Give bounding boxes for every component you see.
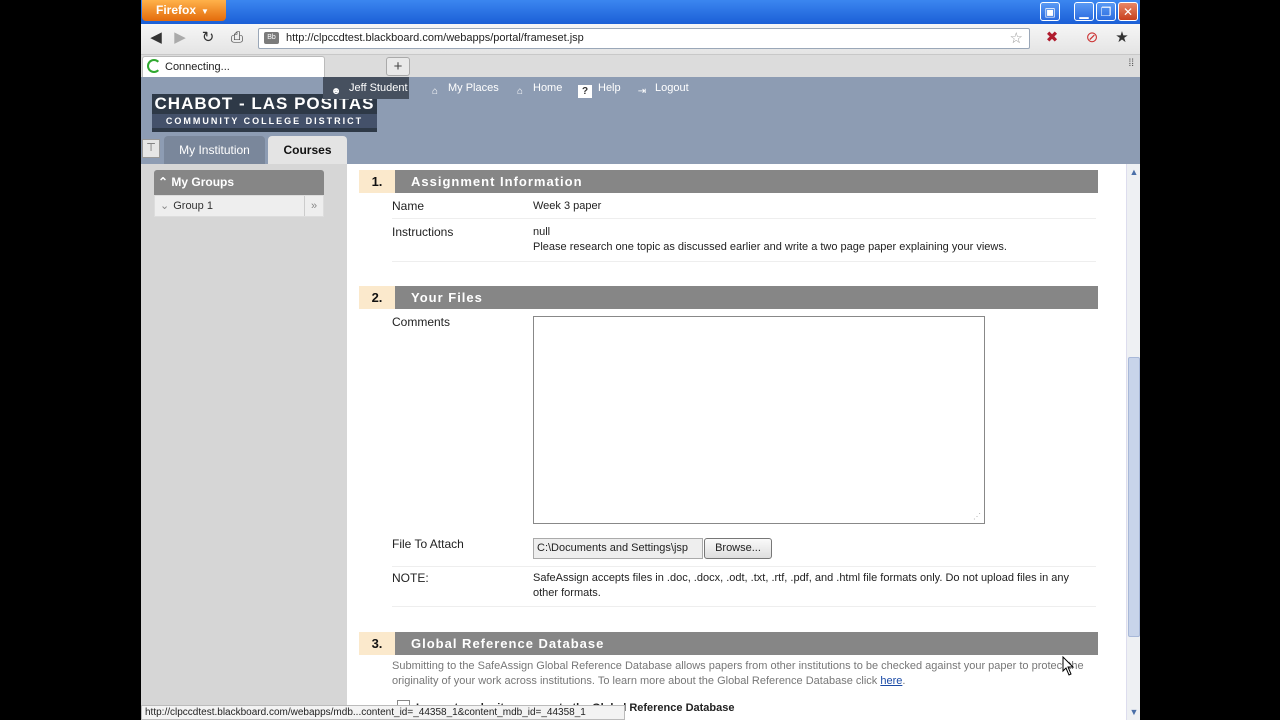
- restore-button[interactable]: ❐: [1096, 2, 1116, 21]
- user-name: Jeff Student: [349, 82, 408, 94]
- block-icon[interactable]: ⊘: [1081, 27, 1103, 49]
- mouse-pointer-icon: [1062, 656, 1075, 676]
- blackboard-header: CHABOT - LAS POSITAS COMMUNITY COLLEGE D…: [141, 77, 1140, 164]
- minimize-button[interactable]: ▁: [1074, 2, 1094, 21]
- close-button[interactable]: ✕: [1118, 2, 1138, 21]
- firefox-menu-label: Firefox: [156, 3, 197, 17]
- grd-text: Submitting to the SafeAssign Global Refe…: [392, 660, 1084, 687]
- section-header: 2. Your Files: [359, 286, 1098, 309]
- resize-grip-icon[interactable]: ⋰: [973, 512, 981, 521]
- tab-strip: Connecting... + ⁞⁞: [141, 55, 1140, 77]
- divider: [392, 218, 1096, 219]
- nav-logout[interactable]: ⇥ Logout: [635, 77, 689, 99]
- section-title: Your Files: [411, 290, 483, 305]
- group-item-label: Group 1: [173, 200, 213, 212]
- comments-textarea[interactable]: ⋰: [533, 316, 985, 524]
- tab-title: Connecting...: [165, 61, 230, 73]
- divider: [392, 606, 1096, 607]
- nav-help-label: Help: [598, 82, 621, 94]
- nav-home[interactable]: ⌂ Home: [513, 77, 562, 99]
- divider: [392, 261, 1096, 262]
- scroll-thumb[interactable]: [1128, 357, 1140, 637]
- places-icon: ⌂: [431, 86, 439, 97]
- scroll-down-icon[interactable]: ▼: [1127, 704, 1140, 720]
- url-bar[interactable]: Bb http://clpccdtest.blackboard.com/weba…: [258, 28, 1030, 49]
- section-title: Global Reference Database: [411, 636, 605, 651]
- list-all-tabs-icon[interactable]: ⁞⁞: [1128, 58, 1134, 69]
- instructions-line2: Please research one topic as discussed e…: [533, 241, 1007, 253]
- file-attach-label: File To Attach: [392, 537, 464, 551]
- url-text[interactable]: http://clpccdtest.blackboard.com/webapps…: [286, 29, 584, 48]
- firefox-menu-button[interactable]: Firefox ▼: [142, 0, 226, 21]
- grd-here-link[interactable]: here: [880, 675, 902, 687]
- browse-button[interactable]: Browse...: [704, 538, 772, 559]
- instructions-line1: null: [533, 226, 551, 238]
- section-number: 2.: [359, 286, 395, 309]
- nav-my-places-label: My Places: [448, 82, 499, 94]
- letterbox-right: [1140, 0, 1280, 720]
- logo-subtitle: COMMUNITY COLLEGE DISTRICT: [152, 114, 377, 128]
- my-groups-title: My Groups: [171, 175, 235, 189]
- home-icon: ⌂: [516, 86, 524, 97]
- note-text: SafeAssign accepts files in .doc, .docx,…: [533, 572, 1070, 599]
- tab-courses[interactable]: Courses: [268, 136, 347, 164]
- addon-icon[interactable]: ✖: [1041, 27, 1063, 49]
- section-number: 3.: [359, 632, 395, 655]
- back-icon[interactable]: ◀: [145, 27, 167, 49]
- left-panel: ⌃ My Groups ⌄ Group 1 »: [141, 164, 347, 720]
- grd-description: Submitting to the SafeAssign Global Refe…: [392, 659, 1092, 689]
- print-icon[interactable]: ⎙: [226, 27, 248, 49]
- browser-tab[interactable]: Connecting...: [142, 56, 325, 77]
- main-content: 1. Assignment Information Name Week 3 pa…: [347, 164, 1126, 720]
- new-tab-button[interactable]: +: [386, 57, 410, 76]
- tools-icon[interactable]: ⊤: [142, 139, 160, 158]
- name-label: Name: [392, 199, 425, 213]
- tab-groups-icon[interactable]: ▣: [1040, 2, 1060, 21]
- my-groups-header[interactable]: ⌃ My Groups: [154, 170, 324, 195]
- divider: [392, 566, 1096, 567]
- expand-icon: ⌄: [160, 200, 170, 212]
- nav-help[interactable]: ? Help: [578, 77, 621, 99]
- logout-icon: ⇥: [637, 86, 647, 97]
- section-header: 3. Global Reference Database: [359, 632, 1098, 655]
- navigation-toolbar: ◀ ▶ ↻ ⎙ Bb http://clpccdtest.blackboard.…: [141, 24, 1140, 55]
- instructions-label: Instructions: [392, 225, 454, 239]
- vertical-scrollbar[interactable]: ▲ ▼: [1126, 164, 1140, 720]
- note-label: NOTE:: [392, 571, 429, 585]
- group-item[interactable]: ⌄ Group 1 »: [154, 195, 324, 217]
- institution-logo: CHABOT - LAS POSITAS COMMUNITY COLLEGE D…: [152, 94, 377, 132]
- name-value: Week 3 paper: [533, 200, 602, 212]
- loading-spinner-icon: [147, 59, 161, 73]
- file-path-input[interactable]: C:\Documents and Settings\jsp: [533, 538, 703, 559]
- scroll-up-icon[interactable]: ▲: [1127, 164, 1140, 180]
- collapse-icon: ⌃: [158, 175, 172, 189]
- site-favicon-icon: Bb: [264, 32, 279, 44]
- nav-logout-label: Logout: [655, 82, 689, 94]
- user-avatar-icon: ☻: [330, 86, 342, 97]
- comments-label: Comments: [392, 315, 451, 329]
- section-title: Assignment Information: [411, 174, 583, 189]
- forward-icon[interactable]: ▶: [169, 27, 191, 49]
- reload-icon[interactable]: ↻: [197, 27, 219, 49]
- title-bar: Firefox ▼ ▣ ▁ ❐ ✕: [141, 0, 1140, 24]
- grd-period: .: [902, 675, 906, 687]
- browser-window: Firefox ▼ ▣ ▁ ❐ ✕ ◀ ▶ ↻ ⎙ Bb http://clpcc…: [141, 0, 1140, 720]
- bookmarks-icon[interactable]: ★: [1111, 27, 1133, 49]
- tab-my-institution[interactable]: My Institution: [164, 136, 265, 164]
- section-number: 1.: [359, 170, 395, 193]
- letterbox-left: [0, 0, 141, 720]
- bookmark-star-icon[interactable]: ☆: [1010, 29, 1023, 48]
- nav-my-places[interactable]: ⌂ My Places: [428, 77, 499, 99]
- section-header: 1. Assignment Information: [359, 170, 1098, 193]
- nav-home-label: Home: [533, 82, 563, 94]
- status-bar: http://clpccdtest.blackboard.com/webapps…: [141, 705, 625, 720]
- user-menu[interactable]: ☻ Jeff Student: [323, 77, 409, 99]
- chevron-right-icon[interactable]: »: [304, 196, 323, 216]
- help-icon: ?: [578, 85, 592, 98]
- chevron-down-icon: ▼: [201, 7, 209, 16]
